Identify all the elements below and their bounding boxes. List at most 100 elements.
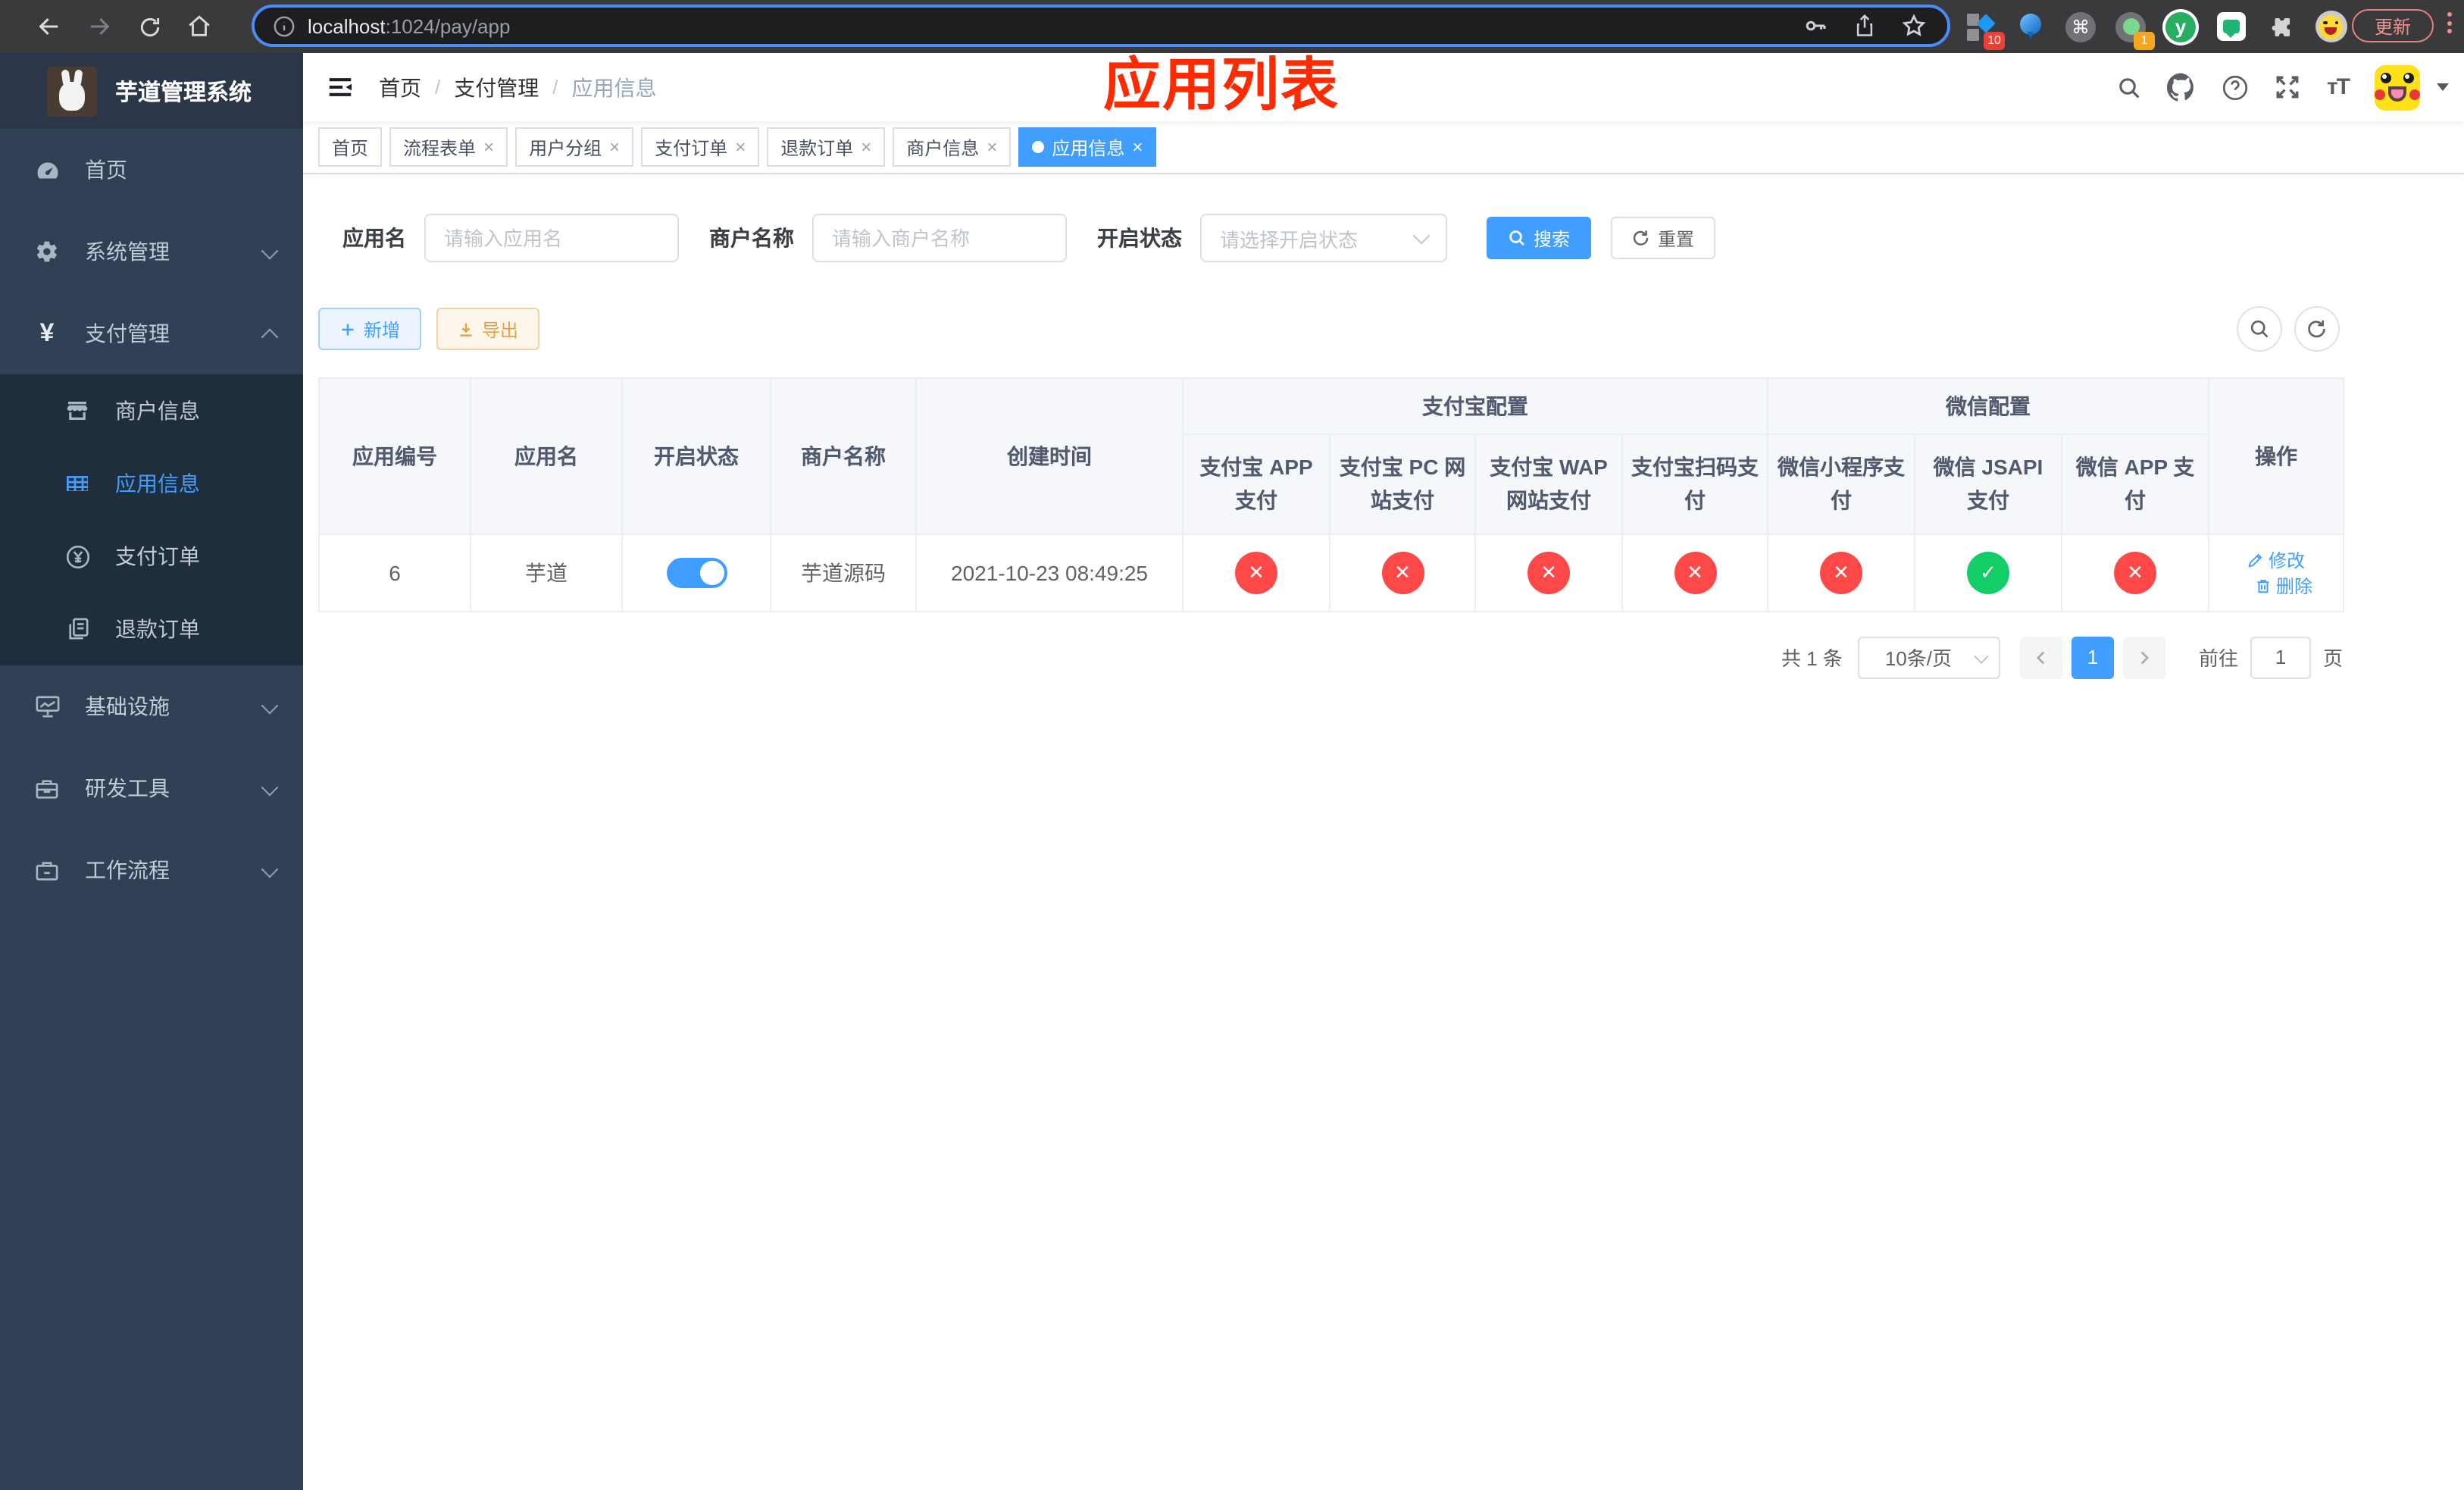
github-icon[interactable] <box>2167 73 2197 102</box>
search-button[interactable]: 搜索 <box>1487 217 1592 259</box>
browser-update-button[interactable]: 更新 <box>2352 9 2434 42</box>
page-1-button[interactable]: 1 <box>2071 636 2114 679</box>
app-name-label: 应用名 <box>342 226 406 250</box>
chevron-up-icon <box>261 321 279 346</box>
browser-reload-button[interactable] <box>130 8 168 45</box>
sidebar-item-label: 支付订单 <box>115 544 200 568</box>
cell-app-name: 芋道 <box>470 533 623 612</box>
browser-forward-button[interactable] <box>80 8 118 45</box>
reset-button[interactable]: 重置 <box>1611 217 1716 259</box>
search-icon[interactable] <box>2118 75 2142 99</box>
sidebar-item-app-info[interactable]: 应用信息 <box>0 447 303 520</box>
app-name-input[interactable] <box>424 214 679 262</box>
prev-page-button[interactable] <box>2019 636 2062 679</box>
sidebar-item-label: 工作流程 <box>85 858 170 882</box>
browser-menu-button[interactable] <box>2447 12 2452 33</box>
sidebar-item-home[interactable]: 首页 <box>0 129 303 211</box>
group-wechat-config: 微信配置 <box>1766 377 2210 435</box>
pagination: 共 1 条 10条/页 1 前往 页 <box>318 636 2343 679</box>
close-icon[interactable]: × <box>609 138 620 156</box>
sidebar-item-payment-orders[interactable]: 支付订单 <box>0 520 303 593</box>
cell-merchant: 芋道源码 <box>770 533 917 612</box>
y-logo-extension-icon[interactable]: y <box>2164 10 2197 43</box>
col-wx-jsapi: 微信 JSAPI 支付 <box>1914 434 2062 535</box>
extensions-menu-button[interactable] <box>2264 10 2297 43</box>
share-icon[interactable] <box>1853 14 1876 38</box>
close-icon[interactable]: × <box>735 138 746 156</box>
sidebar-item-label: 系统管理 <box>85 239 170 264</box>
bookmark-star-icon[interactable] <box>1902 14 1926 38</box>
tag-process-form[interactable]: 流程表单 × <box>389 127 508 167</box>
delete-link[interactable]: 删除 <box>2255 573 2312 599</box>
address-bar[interactable]: localhost:1024/pay/app <box>252 5 1950 47</box>
balloon-extension-icon[interactable] <box>2014 10 2047 43</box>
password-key-icon[interactable] <box>1803 14 1828 38</box>
sidebar-item-dev-tools[interactable]: 研发工具 <box>0 747 303 829</box>
tag-user-group[interactable]: 用户分组 × <box>515 127 634 167</box>
caret-down-icon[interactable] <box>2437 83 2449 91</box>
merchant-name-label: 商户名称 <box>709 226 794 250</box>
sidebar-item-label: 应用信息 <box>115 471 200 496</box>
user-avatar[interactable] <box>2375 64 2420 110</box>
sidebar-item-merchant-info[interactable]: 商户信息 <box>0 374 303 447</box>
alipay-wap-status-icon[interactable]: ✕ <box>1527 551 1570 594</box>
profile-avatar-button[interactable] <box>2314 10 2347 43</box>
status-select[interactable]: 请选择开启状态 <box>1200 214 1447 262</box>
alipay-app-status-icon[interactable]: ✕ <box>1235 551 1277 594</box>
cell-app-id: 6 <box>318 533 471 612</box>
sidebar-item-payment[interactable]: ¥ 支付管理 <box>0 293 303 374</box>
browser-home-button[interactable] <box>180 8 218 45</box>
breadcrumb-separator: / <box>552 76 558 99</box>
command-extension-icon[interactable]: ⌘ <box>2064 10 2097 43</box>
wx-jsapi-status-icon[interactable]: ✓ <box>1967 551 2009 594</box>
merchant-name-input[interactable] <box>812 214 1067 262</box>
sidebar-item-system[interactable]: 系统管理 <box>0 211 303 293</box>
fullscreen-icon[interactable] <box>2275 74 2301 100</box>
page-content: 应用名 商户名称 开启状态 请选择开启状态 搜索 重置 <box>303 174 2464 1490</box>
tag-merchant-info[interactable]: 商户信息 × <box>893 127 1012 167</box>
tag-refund-orders[interactable]: 退款订单 × <box>767 127 886 167</box>
breadcrumb-payment[interactable]: 支付管理 <box>454 72 539 102</box>
add-button[interactable]: 新增 <box>318 308 422 350</box>
next-page-button[interactable] <box>2122 636 2165 679</box>
alipay-pc-status-icon[interactable]: ✕ <box>1381 551 1424 594</box>
cell-status <box>621 533 771 612</box>
back-arrow-icon <box>39 17 58 36</box>
breadcrumb-home[interactable]: 首页 <box>379 72 421 102</box>
sidebar-logo[interactable]: 芋道管理系统 <box>0 53 303 129</box>
sidebar-item-infrastructure[interactable]: 基础设施 <box>0 665 303 747</box>
close-icon[interactable]: × <box>987 138 997 156</box>
download-icon <box>460 322 472 336</box>
alipay-scan-status-icon[interactable]: ✕ <box>1674 551 1716 594</box>
tag-payment-orders[interactable]: 支付订单 × <box>641 127 760 167</box>
tag-app-info[interactable]: 应用信息 × <box>1018 127 1157 167</box>
site-info-icon[interactable] <box>273 14 295 37</box>
browser-back-button[interactable] <box>30 8 68 45</box>
tag-home[interactable]: 首页 <box>318 127 383 167</box>
chat-extension-icon[interactable] <box>2214 10 2247 43</box>
edit-link[interactable]: 修改 <box>2247 547 2305 573</box>
sidebar-item-refund-orders[interactable]: 退款订单 <box>0 593 303 665</box>
page-size-select[interactable]: 10条/页 <box>1857 636 2000 679</box>
recorder-extension-icon[interactable]: 1 <box>2114 10 2155 49</box>
col-create-time: 创建时间 <box>915 377 1184 535</box>
wx-mini-status-icon[interactable]: ✕ <box>1820 551 1862 594</box>
close-icon[interactable]: × <box>1132 138 1143 156</box>
export-button[interactable]: 导出 <box>436 308 540 350</box>
tag-label: 商户信息 <box>906 137 980 158</box>
sidebar-extension-icon[interactable]: 10 <box>1964 10 2005 49</box>
close-icon[interactable]: × <box>483 138 494 156</box>
documents-icon <box>61 617 94 641</box>
sidebar-collapse-button[interactable] <box>318 66 361 108</box>
status-toggle[interactable] <box>666 557 727 588</box>
font-size-icon[interactable]: тT <box>2327 74 2350 100</box>
goto-page-input[interactable] <box>2250 636 2311 679</box>
wx-app-status-icon[interactable]: ✕ <box>2114 551 2157 594</box>
table-row: 6 芋道 芋道源码 2021-10-23 08:49:25 ✕ ✕ ✕ ✕ ✕ … <box>318 533 2345 612</box>
close-icon[interactable]: × <box>861 138 871 156</box>
refresh-table-button[interactable] <box>2294 306 2340 352</box>
hide-search-button[interactable] <box>2237 306 2282 352</box>
sidebar-item-workflow[interactable]: 工作流程 <box>0 829 303 911</box>
help-icon[interactable] <box>2222 74 2250 101</box>
update-label: 更新 <box>2374 16 2411 37</box>
